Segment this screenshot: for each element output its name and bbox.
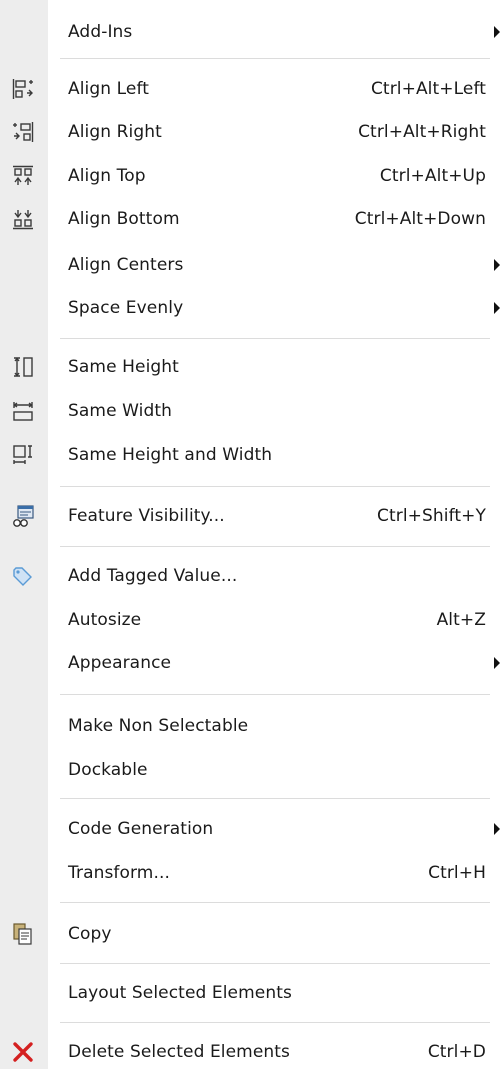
menu-item-shortcut: Ctrl+Alt+Up — [379, 166, 486, 186]
menu-separator — [60, 798, 490, 800]
menu-item-make-non-selectable[interactable]: Make Non Selectable — [0, 706, 502, 746]
menu-item-same-width[interactable]: Same Width — [0, 391, 502, 431]
menu-item-shortcut: Ctrl+Alt+Right — [358, 122, 486, 142]
menu-item-shortcut: Ctrl+Shift+Y — [377, 506, 486, 526]
menu-item-autosize[interactable]: Autosize Alt+Z — [0, 600, 502, 640]
menu-item-same-height[interactable]: Same Height — [0, 347, 502, 387]
menu-item-align-centers[interactable]: Align Centers — [0, 245, 502, 285]
menu-item-delete-selected-elements[interactable]: Delete Selected Elements Ctrl+D — [0, 1032, 502, 1072]
menu-item-label: Same Height and Width — [68, 445, 273, 465]
menu-separator — [60, 338, 490, 340]
menu-item-shortcut: Ctrl+D — [427, 1042, 486, 1062]
menu-item-label: Delete Selected Elements — [68, 1042, 290, 1062]
menu-item-label: Add Tagged Value... — [68, 566, 238, 586]
submenu-arrow-icon — [494, 302, 500, 314]
menu-separator — [60, 694, 490, 696]
menu-item-label: Autosize — [68, 610, 142, 630]
menu-item-shortcut: Ctrl+Alt+Left — [370, 79, 486, 99]
menu-item-shortcut: Ctrl+H — [428, 863, 486, 883]
menu-item-label: Feature Visibility... — [68, 506, 225, 526]
same-width-icon — [10, 398, 36, 424]
menu-item-label: Make Non Selectable — [68, 716, 249, 736]
menu-item-label: Add-Ins — [68, 22, 133, 42]
menu-item-label: Copy — [68, 924, 112, 944]
menu-separator — [60, 963, 490, 965]
menu-item-appearance[interactable]: Appearance — [0, 643, 502, 683]
menu-item-label: Align Left — [68, 79, 150, 99]
menu-item-feature-visibility[interactable]: Feature Visibility... Ctrl+Shift+Y — [0, 496, 502, 536]
menu-item-dockable[interactable]: Dockable — [0, 750, 502, 790]
align-right-icon — [10, 119, 36, 145]
menu-item-align-top[interactable]: Align Top Ctrl+Alt+Up — [0, 156, 502, 196]
menu-item-add-ins[interactable]: Add-Ins — [0, 12, 502, 52]
tag-icon — [10, 563, 36, 589]
menu-item-align-left[interactable]: Align Left Ctrl+Alt+Left — [0, 69, 502, 109]
same-height-width-icon — [10, 442, 36, 468]
menu-separator — [60, 486, 490, 488]
menu-item-copy[interactable]: Copy — [0, 914, 502, 954]
align-left-icon — [10, 76, 36, 102]
menu-item-label: Transform... — [68, 863, 170, 883]
submenu-arrow-icon — [494, 26, 500, 38]
menu-item-align-right[interactable]: Align Right Ctrl+Alt+Right — [0, 112, 502, 152]
delete-icon — [10, 1039, 36, 1065]
menu-item-same-height-and-width[interactable]: Same Height and Width — [0, 435, 502, 475]
menu-item-shortcut: Alt+Z — [436, 610, 486, 630]
menu-separator — [60, 1022, 490, 1024]
submenu-arrow-icon — [494, 657, 500, 669]
menu-item-label: Layout Selected Elements — [68, 983, 292, 1003]
submenu-arrow-icon — [494, 823, 500, 835]
feature-visibility-icon — [10, 503, 36, 529]
menu-item-label: Align Centers — [68, 255, 184, 275]
submenu-arrow-icon — [494, 259, 500, 271]
menu-item-label: Align Right — [68, 122, 162, 142]
menu-item-label: Align Top — [68, 166, 146, 186]
menu-item-label: Dockable — [68, 760, 148, 780]
menu-item-space-evenly[interactable]: Space Evenly — [0, 288, 502, 328]
menu-separator — [60, 902, 490, 904]
menu-item-add-tagged-value[interactable]: Add Tagged Value... — [0, 556, 502, 596]
menu-item-label: Same Width — [68, 401, 173, 421]
align-bottom-icon — [10, 206, 36, 232]
context-menu: Add-Ins Align Left Ctrl+Alt+Left Align R… — [0, 0, 502, 1069]
menu-item-layout-selected-elements[interactable]: Layout Selected Elements — [0, 973, 502, 1013]
copy-icon — [10, 921, 36, 947]
menu-item-code-generation[interactable]: Code Generation — [0, 809, 502, 849]
same-height-icon — [10, 354, 36, 380]
align-top-icon — [10, 163, 36, 189]
menu-item-label: Space Evenly — [68, 298, 184, 318]
menu-separator — [60, 58, 490, 60]
menu-item-label: Align Bottom — [68, 209, 180, 229]
menu-item-transform[interactable]: Transform... Ctrl+H — [0, 853, 502, 893]
menu-item-align-bottom[interactable]: Align Bottom Ctrl+Alt+Down — [0, 199, 502, 239]
menu-item-label: Code Generation — [68, 819, 214, 839]
menu-item-label: Same Height — [68, 357, 179, 377]
menu-separator — [60, 546, 490, 548]
menu-item-shortcut: Ctrl+Alt+Down — [354, 209, 486, 229]
menu-item-label: Appearance — [68, 653, 172, 673]
